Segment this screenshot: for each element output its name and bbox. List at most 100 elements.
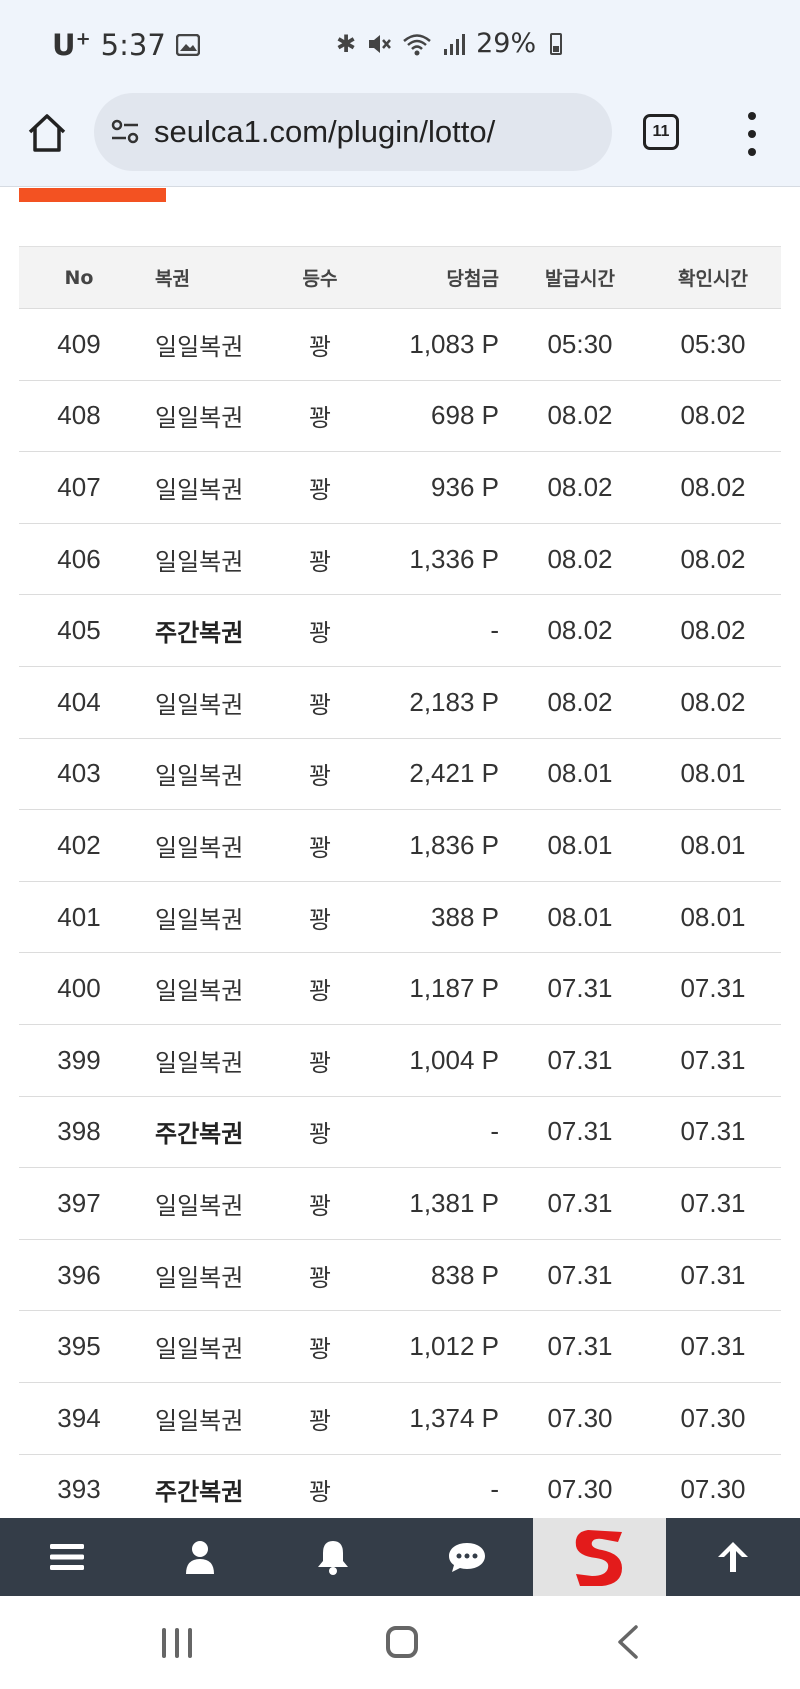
table-row: 397 일일복권 꽝 1,381 P 07.31 07.31 — [19, 1168, 781, 1240]
row-prize: 1,012 P — [409, 1331, 499, 1362]
header-type: 복권 — [139, 246, 275, 309]
row-checked-time: 08.02 — [680, 543, 746, 574]
header-issued: 발급시간 — [515, 246, 645, 309]
chat-button[interactable] — [400, 1518, 533, 1596]
row-rank: 꽝 — [308, 1406, 332, 1435]
header-prize: 당첨금 — [365, 246, 515, 309]
site-settings-icon[interactable] — [110, 117, 140, 147]
row-no: 403 — [57, 758, 101, 789]
row-rank: 꽝 — [308, 332, 332, 361]
row-prize: 1,374 P — [409, 1402, 499, 1433]
row-prize: 698 P — [431, 400, 499, 431]
menu-button[interactable] — [0, 1518, 133, 1596]
row-no: 407 — [57, 471, 101, 502]
row-no: 406 — [57, 543, 101, 574]
browser-menu-icon[interactable] — [744, 112, 760, 156]
row-issued-time: 08.02 — [547, 400, 613, 431]
row-issued-time: 08.02 — [547, 543, 613, 574]
row-prize: 1,381 P — [409, 1187, 499, 1218]
row-rank: 꽝 — [308, 404, 332, 433]
bluetooth-icon: ✱ — [336, 29, 357, 58]
row-lottery-type[interactable]: 일일복권 — [139, 1168, 275, 1240]
status-left: U+ 5:37 — [52, 28, 200, 62]
table-row: 399 일일복권 꽝 1,004 P 07.31 07.31 — [19, 1024, 781, 1097]
table-row: 396 일일복권 꽝 838 P 07.31 07.31 — [19, 1239, 781, 1311]
table-row: 395 일일복권 꽝 1,012 P 07.31 07.31 — [19, 1311, 781, 1383]
menu-icon — [49, 1544, 84, 1570]
row-lottery-type[interactable]: 일일복권 — [139, 523, 275, 595]
tab-switcher-button[interactable]: 11 — [643, 114, 679, 150]
row-lottery-type[interactable]: 일일복권 — [139, 738, 275, 810]
row-no: 400 — [57, 973, 101, 1004]
row-checked-time: 07.31 — [680, 973, 746, 1004]
row-lottery-type[interactable]: 일일복권 — [139, 666, 275, 738]
row-issued-time: 08.02 — [547, 471, 613, 502]
row-prize: 1,836 P — [409, 829, 499, 860]
address-bar[interactable]: seulca1.com/plugin/lotto/ — [94, 93, 612, 171]
row-issued-time: 07.31 — [547, 1116, 613, 1147]
notification-button[interactable] — [267, 1518, 400, 1596]
table-row: 401 일일복권 꽝 388 P 08.01 08.01 — [19, 881, 781, 953]
row-checked-time: 07.31 — [680, 1044, 746, 1075]
recent-apps-icon[interactable] — [162, 1628, 192, 1658]
table-row: 408 일일복권 꽝 698 P 08.02 08.02 — [19, 380, 781, 452]
row-lottery-type[interactable]: 주간복권 — [139, 1454, 275, 1526]
row-prize: - — [490, 615, 499, 646]
clock: 5:37 — [100, 28, 166, 62]
row-lottery-type[interactable]: 일일복권 — [139, 881, 275, 953]
row-issued-time: 08.01 — [547, 901, 613, 932]
signal-icon — [444, 33, 466, 55]
table-body: 409 일일복권 꽝 1,083 P 05:30 05:30 408 일일복권 꽝 698 P 08… — [19, 309, 781, 1526]
row-rank: 꽝 — [308, 1191, 332, 1220]
url-text[interactable]: seulca1.com/plugin/lotto/ — [154, 114, 495, 150]
table-row: 403 일일복권 꽝 2,421 P 08.01 08.01 — [19, 738, 781, 810]
row-checked-time: 05:30 — [680, 328, 746, 359]
row-prize: 936 P — [431, 471, 499, 502]
row-lottery-type[interactable]: 일일복권 — [139, 953, 275, 1025]
row-lottery-type[interactable]: 일일복권 — [139, 1382, 275, 1454]
home-icon[interactable] — [26, 112, 68, 154]
table-row: 409 일일복권 꽝 1,083 P 05:30 05:30 — [19, 309, 781, 381]
row-lottery-type[interactable]: 일일복권 — [139, 1239, 275, 1311]
row-checked-time: 08.01 — [680, 758, 746, 789]
row-lottery-type[interactable]: 일일복권 — [139, 309, 275, 381]
row-issued-time: 07.30 — [547, 1402, 613, 1433]
row-no: 395 — [57, 1331, 101, 1362]
row-issued-time: 07.31 — [547, 1044, 613, 1075]
user-button[interactable] — [133, 1518, 266, 1596]
row-checked-time: 07.31 — [680, 1187, 746, 1218]
row-checked-time: 07.30 — [680, 1474, 746, 1505]
back-icon[interactable] — [612, 1624, 644, 1660]
row-prize: 388 P — [431, 901, 499, 932]
orange-tab-strip — [19, 188, 166, 202]
battery-icon — [550, 32, 563, 55]
carrier-label: U+ — [52, 28, 91, 62]
row-prize: 1,336 P — [409, 543, 499, 574]
header-checked: 확인시간 — [645, 246, 781, 309]
row-lottery-type[interactable]: 주간복권 — [139, 1096, 275, 1168]
row-lottery-type[interactable]: 일일복권 — [139, 1311, 275, 1383]
bell-icon — [318, 1541, 349, 1575]
row-checked-time: 07.31 — [680, 1259, 746, 1290]
row-no: 393 — [57, 1474, 101, 1505]
row-lottery-type[interactable]: 일일복권 — [139, 810, 275, 882]
site-logo-button[interactable] — [533, 1518, 667, 1596]
row-lottery-type[interactable]: 일일복권 — [139, 452, 275, 524]
row-lottery-type[interactable]: 주간복권 — [139, 595, 275, 667]
row-issued-time: 07.30 — [547, 1474, 613, 1505]
system-home-icon[interactable] — [386, 1626, 418, 1658]
row-no: 398 — [57, 1116, 101, 1147]
row-lottery-type[interactable]: 일일복권 — [139, 1024, 275, 1096]
row-rank: 꽝 — [308, 619, 332, 648]
system-navigation — [0, 1596, 800, 1689]
table-row: 405 주간복권 꽝 - 08.02 08.02 — [19, 595, 781, 667]
bottom-nav — [0, 1518, 800, 1596]
row-checked-time: 08.01 — [680, 901, 746, 932]
wifi-icon — [403, 33, 431, 55]
row-lottery-type[interactable]: 일일복권 — [139, 380, 275, 452]
row-prize: - — [490, 1474, 499, 1505]
scroll-top-button[interactable] — [666, 1518, 799, 1596]
table-header-row: No 복권 등수 당첨금 발급시간 확인시간 — [19, 246, 781, 309]
header-rank: 등수 — [275, 246, 365, 309]
row-checked-time: 08.02 — [680, 471, 746, 502]
